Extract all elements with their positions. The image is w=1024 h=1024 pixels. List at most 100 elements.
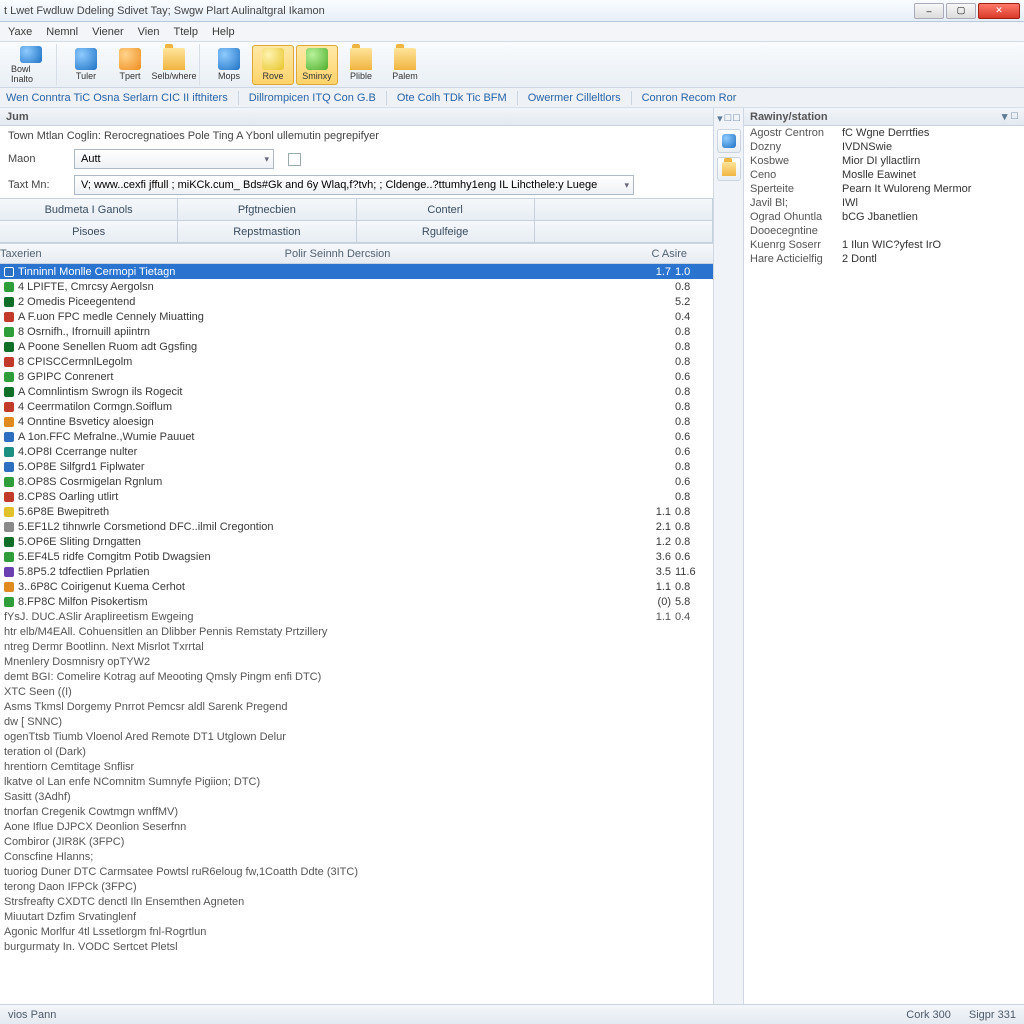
row-icon [4, 282, 14, 292]
table-row[interactable]: 5.OP6E Sliting Drngatten1.20.8 [0, 534, 713, 549]
menu-item[interactable]: Help [212, 26, 235, 38]
toolbar: Bowl Inalto TulerTpertSelb/where MopsRoveS… [0, 42, 1024, 88]
tool-rove[interactable]: Rove [252, 45, 294, 85]
table-row[interactable]: Agonic Morlfur 4tl Lssetlorgm fnl-Rogrtl… [0, 924, 713, 939]
mid-button-2[interactable] [717, 157, 741, 181]
property-row: KosbweMior DI yllactlirn [744, 154, 1024, 168]
tab[interactable] [534, 198, 713, 221]
tool-plible[interactable]: Plible [340, 45, 382, 85]
column-headers: Taxerien Polir Seinnh Dercsion C Asire [0, 244, 713, 264]
table-row[interactable]: 8.OP8S Cosrmigelan Rgnlum0.6 [0, 474, 713, 489]
table-row[interactable]: 4 Ceerrmatilon Cormgn.Soiflum0.8 [0, 399, 713, 414]
tool-tpert-icon [119, 48, 141, 70]
menu-item[interactable]: Viener [92, 26, 124, 38]
table-row[interactable]: Tinninnl Monlle Cermopi Tietagn1.71.0 [0, 264, 713, 279]
tab[interactable]: Pfgtnecbien [177, 198, 356, 221]
table-row[interactable]: 2 Omedis Piceegentend5.2 [0, 294, 713, 309]
table-row[interactable]: hrentiorn Cemtitage Snflisr [0, 759, 713, 774]
table-row[interactable]: 3..6P8C Coirigenut Kuema Cerhot1.10.8 [0, 579, 713, 594]
tab[interactable] [534, 220, 713, 243]
window-close-button[interactable]: ✕ [978, 3, 1020, 19]
table-row[interactable]: 4 Onntine Bsveticy aloesign0.8 [0, 414, 713, 429]
tool-plible-icon [350, 48, 372, 70]
checkbox-1[interactable] [288, 153, 301, 166]
table-row[interactable]: Miuutart Dzfim Srvatinglenf [0, 909, 713, 924]
menubar: Yaxe Nemnl Viener Vien Ttelp Help [0, 22, 1024, 42]
table-row[interactable]: Conscfine Hlanns; [0, 849, 713, 864]
titlebar: t Lwet Fwdluw Ddeling Sdivet Tay; Swgw P… [0, 0, 1024, 22]
table-row[interactable]: XTC Seen ((I) [0, 684, 713, 699]
table-row[interactable]: 8 GPIPC Conrenert0.6 [0, 369, 713, 384]
menu-item[interactable]: Ttelp [174, 26, 198, 38]
tool-palem[interactable]: Palem [384, 45, 426, 85]
row-icon [4, 582, 14, 592]
table-row[interactable]: htr elb/M4EAll. Cohuensitlen an Dlibber … [0, 624, 713, 639]
table-row[interactable]: A 1on.FFC Mefralne.,Wumie Pauuet0.6 [0, 429, 713, 444]
tool-tuler[interactable]: Tuler [65, 45, 107, 85]
row-icon [4, 387, 14, 397]
table-row[interactable]: Mnenlery Dosmnisry opTYW2 [0, 654, 713, 669]
table-row[interactable]: 8 CPISCCermnlLegolm0.8 [0, 354, 713, 369]
linkbar-item[interactable]: Conron Recom Ror [642, 92, 737, 104]
table-row[interactable]: 4.OP8I Ccerrange nulter0.6 [0, 444, 713, 459]
table-row[interactable]: 5.8P5.2 tdfectlien Pprlatien3.511.6 [0, 564, 713, 579]
table-row[interactable]: A Poone Senellen Ruom adt Ggsfing0.8 [0, 339, 713, 354]
linkbar-item[interactable]: Dillrompicen ITQ Con G.B [249, 92, 376, 104]
table-row[interactable]: 5.EF4L5 ridfe Comgitm Potib Dwagsien3.60… [0, 549, 713, 564]
combo-1[interactable]: Autt [74, 149, 274, 169]
linkbar: Wen Conntra TiC Osna Serlarn CIC II ifth… [0, 88, 1024, 108]
tool-bowl[interactable]: Bowl Inalto [10, 45, 52, 85]
table-row[interactable]: 5.EF1L2 tihnwrle Corsmetiond DFC..ilmil … [0, 519, 713, 534]
table-row[interactable]: tuoriog Duner DTC Carmsatee Powtsl ruR6e… [0, 864, 713, 879]
table-row[interactable]: Combiror (JIR8K (3FPC) [0, 834, 713, 849]
table-row[interactable]: lkatve ol Lan enfe NComnitm Sumnyfe Pigi… [0, 774, 713, 789]
menu-item[interactable]: Vien [138, 26, 160, 38]
tab[interactable]: Repstmastion [177, 220, 356, 243]
result-list[interactable]: Tinninnl Monlle Cermopi Tietagn1.71.04 L… [0, 264, 713, 1004]
table-row[interactable]: Sasitt (3Adhf) [0, 789, 713, 804]
pin-icon[interactable]: ▾ [1002, 110, 1008, 123]
table-row[interactable]: 8.FP8C Milfon Pisokertism(0)5.8 [0, 594, 713, 609]
form-label-2: Taxt Mn: [8, 179, 68, 191]
tab[interactable]: Budmeta I Ganols [0, 198, 178, 221]
window-minimize-button[interactable]: – [914, 3, 944, 19]
linkbar-item[interactable]: Owermer Cilleltlors [528, 92, 621, 104]
table-row[interactable]: 5.OP8E Silfgrd1 Fiplwater0.8 [0, 459, 713, 474]
table-row[interactable]: teration ol (Dark) [0, 744, 713, 759]
table-row[interactable]: Strsfreafty CXDTC denctl Iln Ensemthen A… [0, 894, 713, 909]
mid-pin-icons[interactable]: ▾□□ [717, 112, 740, 125]
tab[interactable]: Pisoes [0, 220, 178, 243]
menu-item[interactable]: Yaxe [8, 26, 32, 38]
table-row[interactable]: A Comnlintism Swrogn ils Rogecit0.8 [0, 384, 713, 399]
tool-mops[interactable]: Mops [208, 45, 250, 85]
table-row[interactable]: ogenTtsb Tiumb Vloenol Ared Remote DT1 U… [0, 729, 713, 744]
close-icon[interactable]: □ [1011, 110, 1018, 123]
table-row[interactable]: dw [ SNNC) [0, 714, 713, 729]
table-row[interactable]: burgurmaty In. VODC Sertcet Pletsl [0, 939, 713, 954]
table-row[interactable]: Asms Tkmsl Dorgemy Pnrrot Pemcsr aldl Sa… [0, 699, 713, 714]
table-row[interactable]: A F.uon FPC medle Cennely Miuatting0.4 [0, 309, 713, 324]
table-row[interactable]: 8.CP8S Oarling utlirt0.8 [0, 489, 713, 504]
table-row[interactable]: Aone Iflue DJPCX Deonlion Seserfnn [0, 819, 713, 834]
table-row[interactable]: terong Daon IFPCk (3FPC) [0, 879, 713, 894]
menu-item[interactable]: Nemnl [46, 26, 78, 38]
linkbar-item[interactable]: Wen Conntra TiC Osna Serlarn CIC II ifth… [6, 92, 228, 104]
tab[interactable]: Rgulfeige [356, 220, 535, 243]
tool-tpert[interactable]: Tpert [109, 45, 151, 85]
mid-button-1[interactable] [717, 129, 741, 153]
row-icon [4, 492, 14, 502]
linkbar-item[interactable]: Ote Colh TDk Tic BFM [397, 92, 507, 104]
table-row[interactable]: demt BGI: Comelire Kotrag auf Meooting Q… [0, 669, 713, 684]
table-row[interactable]: fYsJ. DUC.ASlir Araplireetism Ewgeing1.1… [0, 609, 713, 624]
tool-sminxy[interactable]: Sminxy [296, 45, 338, 85]
tab[interactable]: Conterl [356, 198, 535, 221]
table-row[interactable]: tnorfan Cregenik Cowtmgn wnffMV) [0, 804, 713, 819]
tool-selb[interactable]: Selb/where [153, 45, 195, 85]
window-maximize-button[interactable]: ▢ [946, 3, 976, 19]
combo-2[interactable]: V; www..cexfi jffull ; miKCk.cum_ Bds#Gk… [74, 175, 634, 195]
table-row[interactable]: 5.6P8E Bwepitreth1.10.8 [0, 504, 713, 519]
table-row[interactable]: 8 Osrnifh., Ifrornuill apiintrn0.8 [0, 324, 713, 339]
table-row[interactable]: ntreg Dermr Bootlinn. Next Misrlot Txrrt… [0, 639, 713, 654]
tool-bowl-icon [20, 46, 42, 63]
table-row[interactable]: 4 LPIFTE, Cmrcsy Aergolsn0.8 [0, 279, 713, 294]
